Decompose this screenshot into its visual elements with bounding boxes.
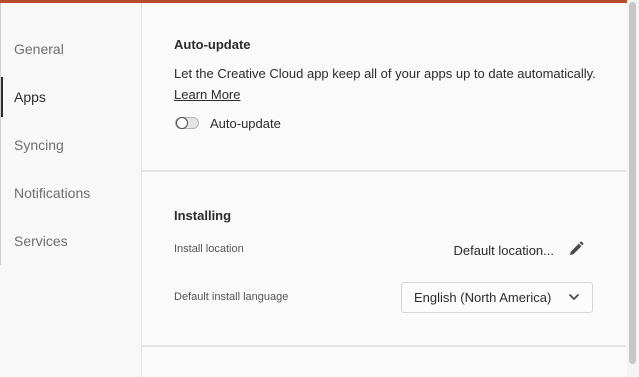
install-language-value: English (North America) bbox=[414, 290, 552, 305]
sidebar-item-label: Syncing bbox=[14, 137, 64, 153]
sidebar-item-syncing[interactable]: Syncing bbox=[0, 125, 140, 165]
auto-update-description: Let the Creative Cloud app keep all of y… bbox=[174, 66, 596, 81]
scrollbar-thumb[interactable] bbox=[629, 2, 636, 364]
sidebar-item-label: General bbox=[14, 41, 64, 57]
installing-title: Installing bbox=[174, 208, 232, 223]
sidebar: General Apps Syncing Notifications Servi… bbox=[0, 3, 142, 377]
preferences-window: General Apps Syncing Notifications Servi… bbox=[0, 0, 639, 377]
auto-update-title: Auto-update bbox=[174, 37, 251, 52]
sidebar-item-label: Services bbox=[14, 233, 68, 249]
toggle-knob bbox=[176, 117, 188, 129]
auto-update-toggle-label: Auto-update bbox=[210, 116, 281, 131]
sidebar-item-notifications[interactable]: Notifications bbox=[0, 173, 140, 213]
install-location-label: Install location bbox=[174, 243, 244, 255]
learn-more-link[interactable]: Learn More bbox=[174, 87, 240, 102]
section-divider bbox=[142, 345, 626, 347]
install-language-label: Default install language bbox=[174, 291, 289, 303]
pencil-icon[interactable] bbox=[567, 240, 585, 258]
sidebar-item-label: Apps bbox=[14, 89, 46, 105]
sidebar-rail bbox=[0, 3, 1, 265]
install-language-select[interactable]: English (North America) bbox=[401, 282, 593, 313]
sidebar-item-general[interactable]: General bbox=[0, 29, 140, 69]
chevron-down-icon bbox=[569, 294, 579, 300]
main-panel: Auto-update Let the Creative Cloud app k… bbox=[142, 3, 626, 377]
sidebar-item-services[interactable]: Services bbox=[0, 221, 140, 261]
sidebar-item-apps[interactable]: Apps bbox=[0, 77, 140, 117]
auto-update-toggle[interactable] bbox=[175, 117, 199, 129]
section-divider bbox=[142, 170, 626, 172]
scrollbar[interactable] bbox=[627, 0, 639, 377]
install-location-value: Default location... bbox=[453, 243, 554, 258]
sidebar-item-label: Notifications bbox=[14, 185, 91, 201]
